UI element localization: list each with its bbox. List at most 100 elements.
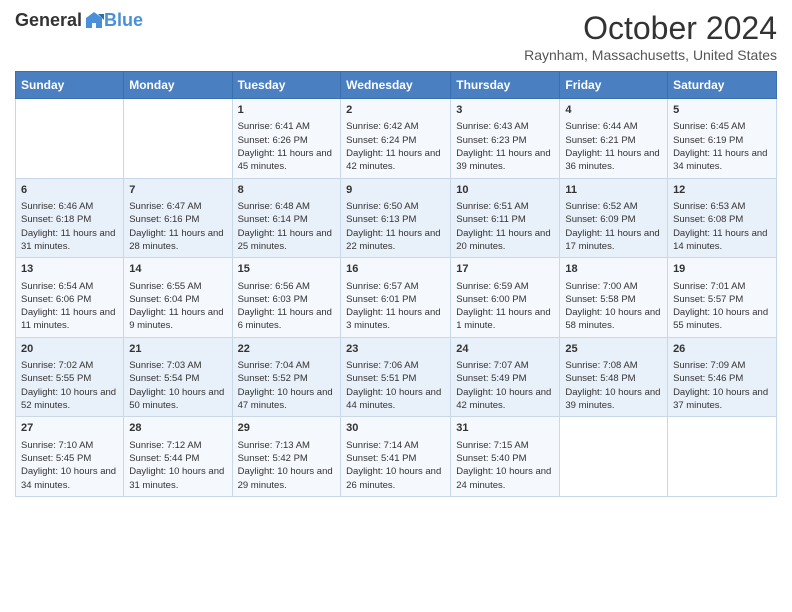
weekday-header: Wednesday xyxy=(341,72,451,99)
day-info: Sunset: 6:11 PM xyxy=(456,213,554,226)
day-info: Daylight: 10 hours and 42 minutes. xyxy=(456,386,554,413)
day-info: Sunset: 6:08 PM xyxy=(673,213,771,226)
calendar-cell: 13Sunrise: 6:54 AMSunset: 6:06 PMDayligh… xyxy=(16,258,124,338)
day-info: Sunrise: 6:42 AM xyxy=(346,120,445,133)
calendar-cell: 18Sunrise: 7:00 AMSunset: 5:58 PMDayligh… xyxy=(560,258,668,338)
day-info: Daylight: 10 hours and 44 minutes. xyxy=(346,386,445,413)
day-info: Daylight: 11 hours and 3 minutes. xyxy=(346,306,445,333)
day-info: Sunset: 5:51 PM xyxy=(346,372,445,385)
day-info: Sunset: 6:16 PM xyxy=(129,213,226,226)
logo: General Blue xyxy=(15,10,143,31)
calendar-cell: 30Sunrise: 7:14 AMSunset: 5:41 PMDayligh… xyxy=(341,417,451,497)
day-info: Sunrise: 6:57 AM xyxy=(346,280,445,293)
day-info: Sunrise: 6:56 AM xyxy=(238,280,336,293)
calendar-cell: 11Sunrise: 6:52 AMSunset: 6:09 PMDayligh… xyxy=(560,178,668,258)
calendar-container: General Blue October 2024 Raynham, Massa… xyxy=(0,0,792,507)
day-info: Daylight: 10 hours and 39 minutes. xyxy=(565,386,662,413)
calendar-cell xyxy=(124,99,232,179)
day-number: 10 xyxy=(456,183,554,198)
calendar-cell: 6Sunrise: 6:46 AMSunset: 6:18 PMDaylight… xyxy=(16,178,124,258)
day-number: 14 xyxy=(129,262,226,277)
calendar-cell: 29Sunrise: 7:13 AMSunset: 5:42 PMDayligh… xyxy=(232,417,341,497)
calendar-cell: 7Sunrise: 6:47 AMSunset: 6:16 PMDaylight… xyxy=(124,178,232,258)
day-info: Sunrise: 7:08 AM xyxy=(565,359,662,372)
calendar-week-row: 27Sunrise: 7:10 AMSunset: 5:45 PMDayligh… xyxy=(16,417,777,497)
day-info: Sunrise: 6:59 AM xyxy=(456,280,554,293)
day-number: 6 xyxy=(21,183,118,198)
calendar-cell: 2Sunrise: 6:42 AMSunset: 6:24 PMDaylight… xyxy=(341,99,451,179)
day-info: Sunset: 6:13 PM xyxy=(346,213,445,226)
day-info: Sunrise: 6:48 AM xyxy=(238,200,336,213)
day-info: Sunset: 6:23 PM xyxy=(456,134,554,147)
logo-general-text: General xyxy=(15,10,82,31)
calendar-cell: 15Sunrise: 6:56 AMSunset: 6:03 PMDayligh… xyxy=(232,258,341,338)
day-info: Sunset: 5:49 PM xyxy=(456,372,554,385)
day-info: Sunset: 5:52 PM xyxy=(238,372,336,385)
day-info: Sunset: 6:19 PM xyxy=(673,134,771,147)
calendar-cell: 21Sunrise: 7:03 AMSunset: 5:54 PMDayligh… xyxy=(124,337,232,417)
day-info: Sunset: 6:06 PM xyxy=(21,293,118,306)
day-number: 5 xyxy=(673,103,771,118)
calendar-week-row: 6Sunrise: 6:46 AMSunset: 6:18 PMDaylight… xyxy=(16,178,777,258)
day-number: 2 xyxy=(346,103,445,118)
day-number: 25 xyxy=(565,342,662,357)
day-number: 4 xyxy=(565,103,662,118)
day-info: Daylight: 11 hours and 14 minutes. xyxy=(673,227,771,254)
calendar-cell: 23Sunrise: 7:06 AMSunset: 5:51 PMDayligh… xyxy=(341,337,451,417)
day-info: Sunset: 6:24 PM xyxy=(346,134,445,147)
calendar-cell: 28Sunrise: 7:12 AMSunset: 5:44 PMDayligh… xyxy=(124,417,232,497)
calendar-table: SundayMondayTuesdayWednesdayThursdayFrid… xyxy=(15,71,777,497)
day-number: 9 xyxy=(346,183,445,198)
day-number: 31 xyxy=(456,421,554,436)
day-info: Sunset: 6:21 PM xyxy=(565,134,662,147)
day-number: 7 xyxy=(129,183,226,198)
calendar-cell xyxy=(668,417,777,497)
day-info: Sunset: 6:01 PM xyxy=(346,293,445,306)
calendar-week-row: 20Sunrise: 7:02 AMSunset: 5:55 PMDayligh… xyxy=(16,337,777,417)
day-info: Sunrise: 7:04 AM xyxy=(238,359,336,372)
month-title: October 2024 xyxy=(524,10,777,47)
day-info: Sunrise: 7:02 AM xyxy=(21,359,118,372)
day-info: Sunset: 6:14 PM xyxy=(238,213,336,226)
day-info: Sunset: 5:48 PM xyxy=(565,372,662,385)
day-info: Daylight: 11 hours and 20 minutes. xyxy=(456,227,554,254)
day-info: Sunset: 5:44 PM xyxy=(129,452,226,465)
day-info: Sunset: 5:40 PM xyxy=(456,452,554,465)
location-text: Raynham, Massachusetts, United States xyxy=(524,47,777,63)
day-info: Sunset: 5:54 PM xyxy=(129,372,226,385)
calendar-header-row: SundayMondayTuesdayWednesdayThursdayFrid… xyxy=(16,72,777,99)
weekday-header: Saturday xyxy=(668,72,777,99)
day-info: Daylight: 11 hours and 34 minutes. xyxy=(673,147,771,174)
day-info: Sunrise: 6:46 AM xyxy=(21,200,118,213)
day-info: Daylight: 10 hours and 58 minutes. xyxy=(565,306,662,333)
day-number: 27 xyxy=(21,421,118,436)
logo-blue-text: Blue xyxy=(104,10,143,31)
day-info: Sunrise: 6:50 AM xyxy=(346,200,445,213)
day-info: Daylight: 10 hours and 55 minutes. xyxy=(673,306,771,333)
day-number: 8 xyxy=(238,183,336,198)
weekday-header: Sunday xyxy=(16,72,124,99)
day-info: Sunset: 5:42 PM xyxy=(238,452,336,465)
day-info: Daylight: 10 hours and 47 minutes. xyxy=(238,386,336,413)
day-info: Daylight: 11 hours and 36 minutes. xyxy=(565,147,662,174)
day-number: 29 xyxy=(238,421,336,436)
calendar-cell: 20Sunrise: 7:02 AMSunset: 5:55 PMDayligh… xyxy=(16,337,124,417)
calendar-week-row: 13Sunrise: 6:54 AMSunset: 6:06 PMDayligh… xyxy=(16,258,777,338)
day-info: Daylight: 10 hours and 29 minutes. xyxy=(238,465,336,492)
day-number: 11 xyxy=(565,183,662,198)
day-info: Sunrise: 6:54 AM xyxy=(21,280,118,293)
day-info: Daylight: 11 hours and 22 minutes. xyxy=(346,227,445,254)
day-info: Daylight: 10 hours and 52 minutes. xyxy=(21,386,118,413)
logo-icon xyxy=(84,10,104,30)
day-info: Sunrise: 6:53 AM xyxy=(673,200,771,213)
day-info: Sunrise: 7:14 AM xyxy=(346,439,445,452)
calendar-week-row: 1Sunrise: 6:41 AMSunset: 6:26 PMDaylight… xyxy=(16,99,777,179)
day-number: 18 xyxy=(565,262,662,277)
calendar-cell: 19Sunrise: 7:01 AMSunset: 5:57 PMDayligh… xyxy=(668,258,777,338)
calendar-cell: 12Sunrise: 6:53 AMSunset: 6:08 PMDayligh… xyxy=(668,178,777,258)
day-info: Daylight: 11 hours and 1 minute. xyxy=(456,306,554,333)
calendar-cell: 31Sunrise: 7:15 AMSunset: 5:40 PMDayligh… xyxy=(451,417,560,497)
calendar-cell: 1Sunrise: 6:41 AMSunset: 6:26 PMDaylight… xyxy=(232,99,341,179)
day-number: 24 xyxy=(456,342,554,357)
day-info: Sunrise: 7:12 AM xyxy=(129,439,226,452)
